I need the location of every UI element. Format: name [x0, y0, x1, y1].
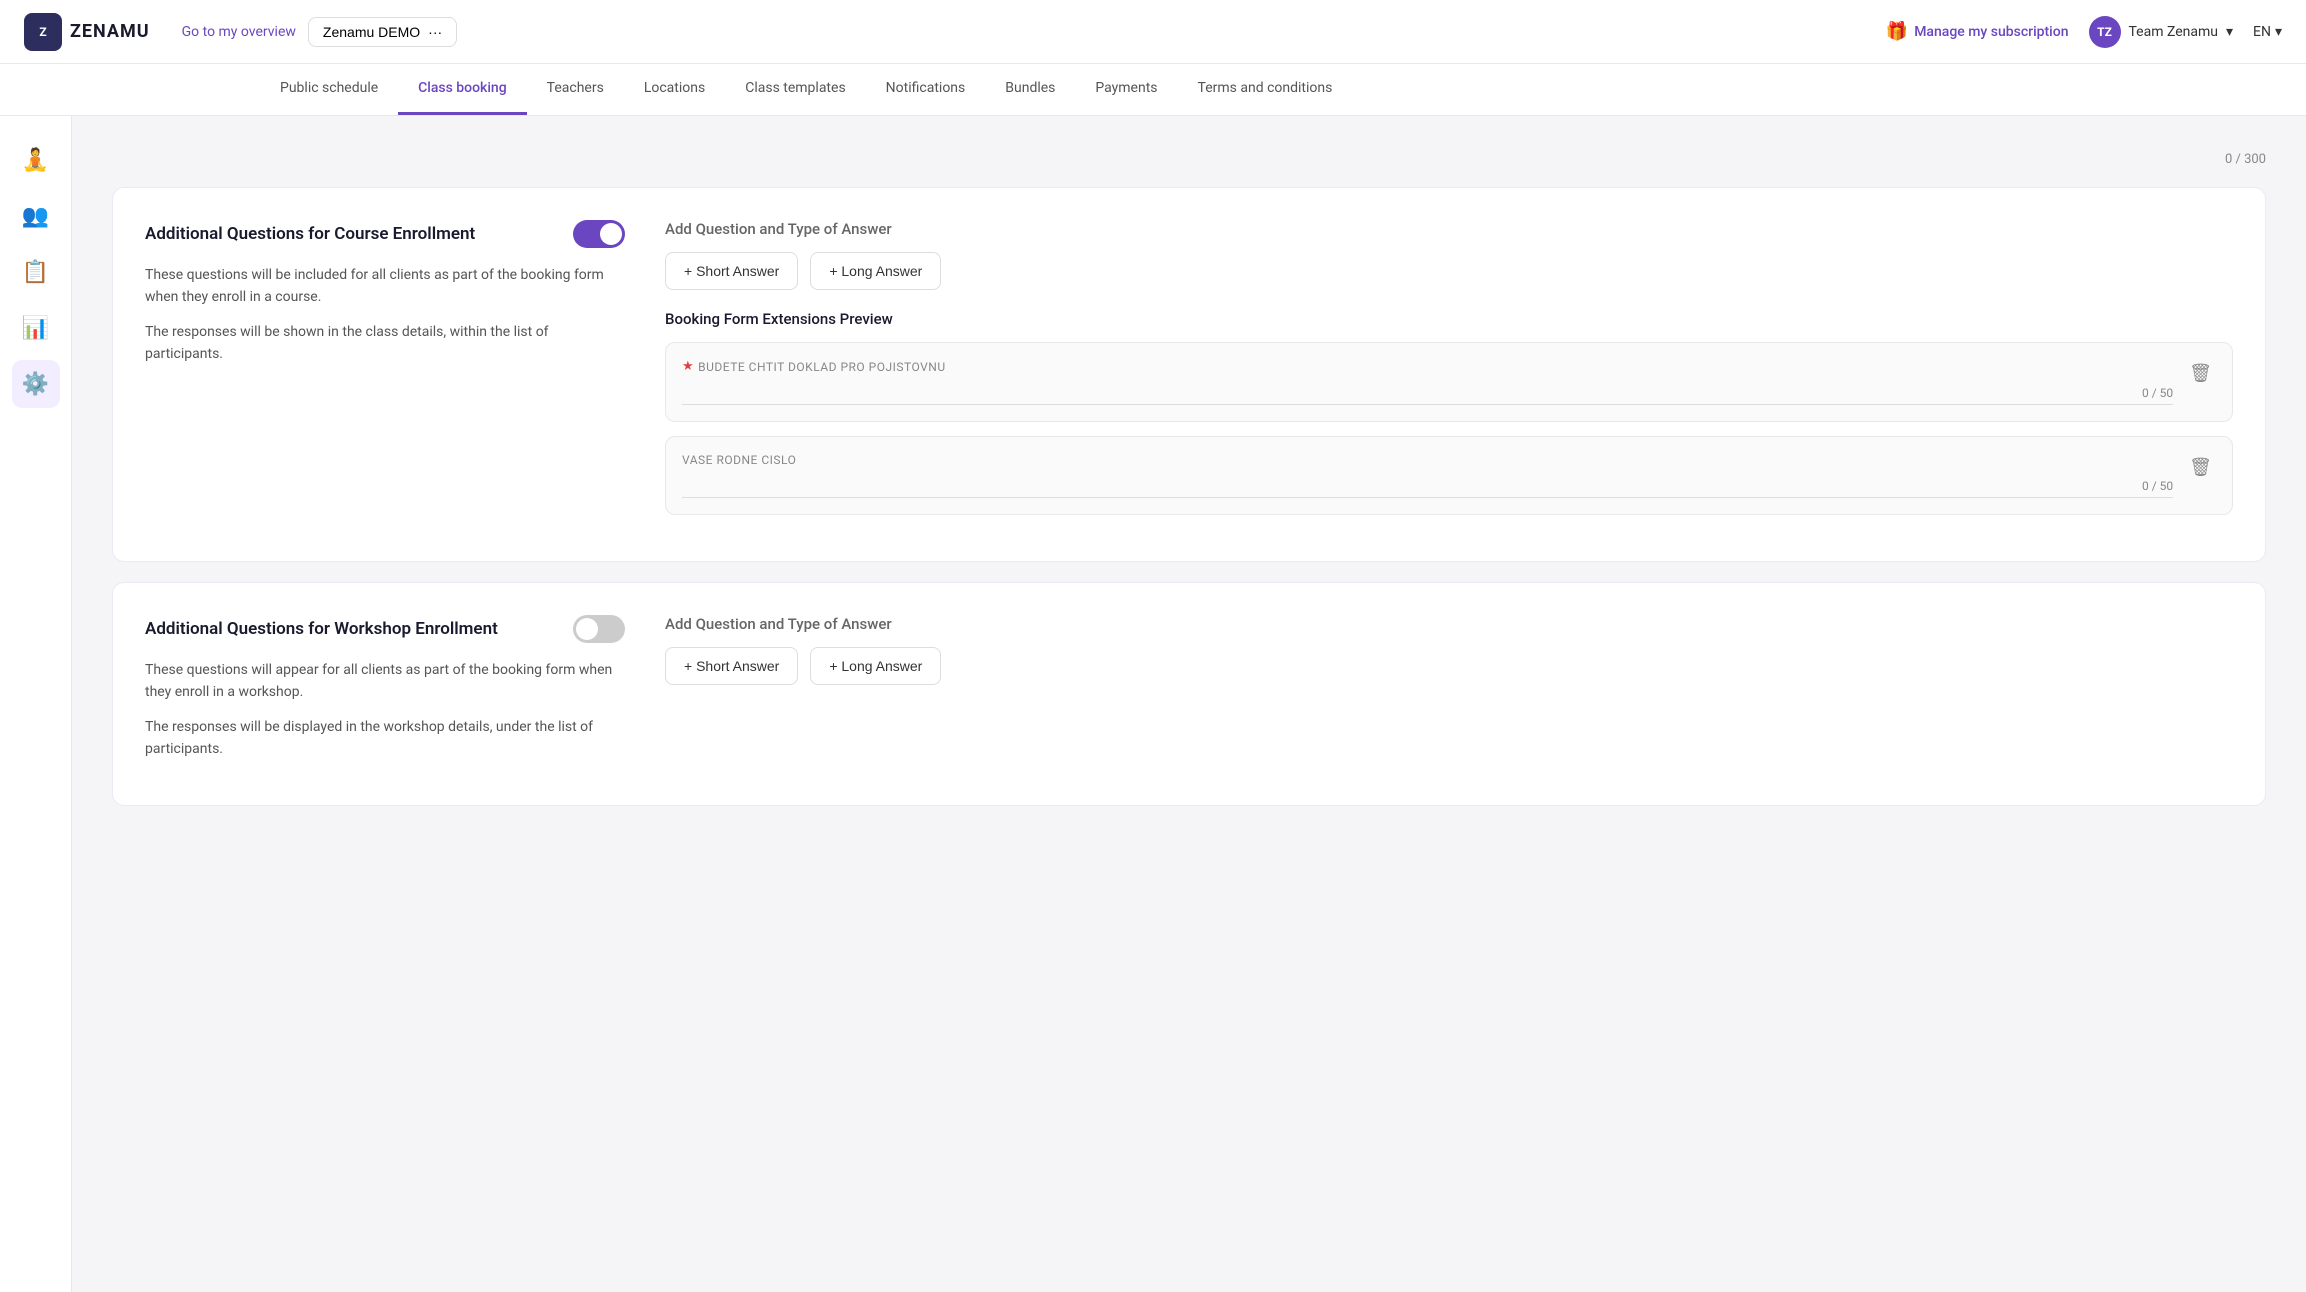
field-1-input: 0 / 50 [682, 382, 2173, 405]
nav-tab-public-schedule[interactable]: Public schedule [260, 64, 398, 115]
workshop-add-question-label: Add Question and Type of Answer [665, 615, 2233, 633]
course-section: Additional Questions for Course Enrollme… [112, 187, 2266, 562]
course-long-answer-btn[interactable]: + Long Answer [810, 252, 941, 290]
demo-button[interactable]: Zenamu DEMO ··· [308, 17, 457, 47]
sidebar-item-reports[interactable]: 📋 [12, 248, 60, 296]
chevron-down-icon: ▾ [2226, 24, 2233, 40]
subscription-link[interactable]: 🎁 Manage my subscription [1886, 21, 2069, 42]
nav-tab-bundles[interactable]: Bundles [985, 64, 1075, 115]
logo: Z ZENAMU [24, 13, 150, 51]
topbar: Z ZENAMU Go to my overview Zenamu DEMO ·… [0, 0, 2306, 64]
workshop-title-row: Additional Questions for Workshop Enroll… [145, 615, 625, 643]
workshop-section-left: Additional Questions for Workshop Enroll… [145, 615, 625, 773]
main-content: 0 / 300 Additional Questions for Course … [72, 128, 2306, 1292]
course-title-row: Additional Questions for Course Enrollme… [145, 220, 625, 248]
user-menu[interactable]: TZ Team Zenamu ▾ [2089, 16, 2234, 48]
course-toggle-slider[interactable] [573, 220, 625, 248]
workshop-section: Additional Questions for Workshop Enroll… [112, 582, 2266, 806]
preview-field-2: VASE RODNE CISLO 0 / 50 🗑 [665, 436, 2233, 515]
course-section-left: Additional Questions for Course Enrollme… [145, 220, 625, 529]
course-section-title: Additional Questions for Course Enrollme… [145, 224, 475, 244]
logo-text: ZENAMU [70, 21, 150, 42]
nav-tab-payments[interactable]: Payments [1075, 64, 1177, 115]
workshop-short-answer-btn[interactable]: + Short Answer [665, 647, 798, 685]
workshop-desc-2: The responses will be displayed in the w… [145, 716, 625, 761]
nav-tab-locations[interactable]: Locations [624, 64, 725, 115]
chevron-down-icon: ▾ [2275, 24, 2282, 40]
gift-icon: 🎁 [1886, 21, 1908, 42]
topbar-left: Z ZENAMU Go to my overview Zenamu DEMO ·… [24, 13, 1886, 51]
more-icon: ··· [428, 24, 442, 40]
nav-tabs: Public scheduleClass bookingTeachersLoca… [0, 64, 2306, 116]
workshop-add-btns: + Short Answer + Long Answer [665, 647, 2233, 685]
language-selector[interactable]: EN ▾ [2253, 24, 2282, 40]
workshop-desc-1: These questions will appear for all clie… [145, 659, 625, 704]
workshop-section-title: Additional Questions for Workshop Enroll… [145, 619, 498, 639]
course-add-btns: + Short Answer + Long Answer [665, 252, 2233, 290]
course-add-question-label: Add Question and Type of Answer [665, 220, 2233, 238]
sidebar-item-settings[interactable]: ⚙️ [12, 360, 60, 408]
course-desc-1: These questions will be included for all… [145, 264, 625, 309]
counter-text: 0 / 300 [112, 152, 2266, 167]
topbar-right: 🎁 Manage my subscription TZ Team Zenamu … [1886, 16, 2282, 48]
course-preview-label: Booking Form Extensions Preview [665, 310, 2233, 328]
nav-tab-class-booking[interactable]: Class booking [398, 64, 527, 115]
workshop-toggle[interactable] [573, 615, 625, 643]
course-toggle-knob [600, 223, 622, 245]
sidebar-item-analytics[interactable]: 📊 [12, 304, 60, 352]
workshop-long-answer-btn[interactable]: + Long Answer [810, 647, 941, 685]
field-2-input: 0 / 50 [682, 475, 2173, 498]
nav-tab-class-templates[interactable]: Class templates [725, 64, 865, 115]
course-short-answer-btn[interactable]: + Short Answer [665, 252, 798, 290]
course-toggle[interactable] [573, 220, 625, 248]
avatar: TZ [2089, 16, 2121, 48]
preview-field-2-inner: VASE RODNE CISLO 0 / 50 [682, 453, 2173, 498]
preview-field-1-inner: ★ BUDETE CHTIT DOKLAD PRO POJISTOVNU 0 /… [682, 359, 2173, 405]
sidebar: 📅🧘👥📋📊⚙️ [0, 64, 72, 1292]
field-2-counter: 0 / 50 [2142, 479, 2173, 493]
field-1-counter: 0 / 50 [2142, 386, 2173, 400]
preview-field-1: ★ BUDETE CHTIT DOKLAD PRO POJISTOVNU 0 /… [665, 342, 2233, 422]
nav-tab-terms-and-conditions[interactable]: Terms and conditions [1178, 64, 1353, 115]
field-1-label: ★ BUDETE CHTIT DOKLAD PRO POJISTOVNU [682, 359, 2173, 374]
workshop-toggle-knob [576, 618, 598, 640]
nav-tab-teachers[interactable]: Teachers [527, 64, 624, 115]
sidebar-item-clients[interactable]: 🧘 [12, 136, 60, 184]
workshop-section-right: Add Question and Type of Answer + Short … [665, 615, 2233, 773]
logo-icon: Z [24, 13, 62, 51]
course-section-right: Add Question and Type of Answer + Short … [665, 220, 2233, 529]
field-2-delete-btn[interactable]: 🗑 [2185, 453, 2216, 482]
course-desc-2: The responses will be shown in the class… [145, 321, 625, 366]
overview-link[interactable]: Go to my overview [182, 24, 296, 40]
sidebar-item-team[interactable]: 👥 [12, 192, 60, 240]
field-1-required: ★ [682, 359, 694, 374]
field-1-delete-btn[interactable]: 🗑 [2185, 359, 2216, 388]
workshop-toggle-slider[interactable] [573, 615, 625, 643]
field-2-label: VASE RODNE CISLO [682, 453, 2173, 467]
nav-tab-notifications[interactable]: Notifications [866, 64, 986, 115]
